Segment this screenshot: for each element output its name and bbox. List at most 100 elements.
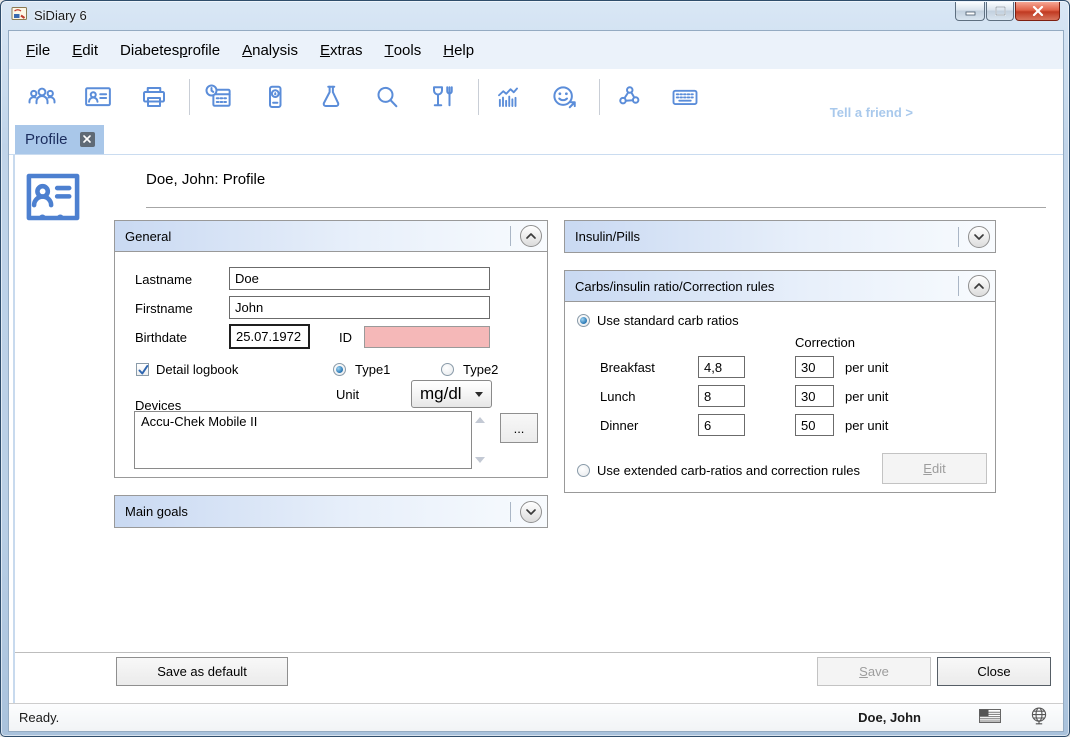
- extended-ratios-label: Use extended carb-ratios and correction …: [597, 463, 860, 478]
- tab-profile[interactable]: Profile: [15, 124, 104, 154]
- extended-ratios-radio[interactable]: [577, 464, 590, 477]
- titlebar[interactable]: SiDiary 6: [1, 1, 1069, 30]
- toolbar-separator: [189, 79, 190, 115]
- panel-carbs-header: Carbs/insulin ratio/Correction rules: [565, 271, 995, 302]
- close-button[interactable]: Close: [937, 657, 1051, 686]
- panel-carbs: Carbs/insulin ratio/Correction rules Use…: [564, 270, 996, 493]
- lastname-label: Lastname: [135, 272, 192, 287]
- devices-more-button[interactable]: ...: [500, 413, 538, 443]
- window-controls: [954, 2, 1060, 21]
- status-bar: Ready. Doe, John: [9, 703, 1063, 731]
- lunch-correction-input[interactable]: [795, 385, 834, 407]
- panel-main-goals: Main goals: [114, 495, 548, 528]
- id-label: ID: [339, 330, 352, 345]
- save-as-default-button[interactable]: Save as default: [116, 657, 288, 686]
- window-title: SiDiary 6: [34, 8, 87, 23]
- breakfast-correction-input[interactable]: [795, 356, 834, 378]
- menubar: File Edit Diabetesprofile Analysis Extra…: [9, 31, 1063, 69]
- maximize-button[interactable]: [986, 2, 1014, 21]
- panel-general-header: General: [115, 221, 547, 252]
- close-window-button[interactable]: [1015, 2, 1060, 21]
- lab-flask-icon[interactable]: [314, 80, 348, 114]
- menu-file[interactable]: File: [15, 31, 61, 69]
- profile-page-icon: [26, 173, 80, 226]
- menu-analysis[interactable]: Analysis: [231, 31, 309, 69]
- expand-main-goals-button[interactable]: [520, 501, 542, 523]
- firstname-input[interactable]: [229, 296, 490, 319]
- dropdown-arrow-icon: [475, 392, 483, 397]
- breakfast-label: Breakfast: [600, 360, 655, 375]
- tell-a-friend-link[interactable]: Tell a friend >: [830, 105, 913, 120]
- devices-listbox[interactable]: Accu-Chek Mobile II: [134, 411, 472, 469]
- save-button: Save: [817, 657, 931, 686]
- panel-insulin-pills: Insulin/Pills: [564, 220, 996, 253]
- heading-divider: [146, 207, 1046, 208]
- menu-extras[interactable]: Extras: [309, 31, 374, 69]
- trend-smiley-icon[interactable]: [547, 80, 581, 114]
- collapse-carbs-button[interactable]: [968, 275, 990, 297]
- app-icon: [11, 6, 28, 26]
- printer-icon[interactable]: [137, 80, 171, 114]
- collapse-general-button[interactable]: [520, 225, 542, 247]
- left-rail-divider: [13, 155, 15, 703]
- patients-icon[interactable]: [25, 80, 59, 114]
- standard-ratios-radio[interactable]: [577, 314, 590, 327]
- menu-tools[interactable]: Tools: [374, 31, 433, 69]
- profile-page: Doe, John: Profile General Lastname Firs…: [9, 155, 1063, 703]
- dinner-correction-input[interactable]: [795, 414, 834, 436]
- tab-label: Profile: [25, 131, 68, 148]
- header-divider: [958, 227, 959, 247]
- client-area: File Edit Diabetesprofile Analysis Extra…: [8, 30, 1064, 732]
- meter-device-icon[interactable]: [258, 80, 292, 114]
- lunch-label: Lunch: [600, 389, 635, 404]
- panel-general: General Lastname Firstname Birthdate ID: [114, 220, 548, 478]
- unit-label: Unit: [336, 387, 359, 402]
- toolbar-separator: [478, 79, 479, 115]
- dinner-ratio-input[interactable]: [698, 414, 745, 436]
- toolbar: Tell a friend >: [9, 69, 1063, 125]
- type1-label: Type1: [355, 362, 390, 377]
- type2-radio[interactable]: [441, 363, 454, 376]
- page-title: Doe, John: Profile: [146, 171, 265, 188]
- menu-diabetesprofile[interactable]: Diabetesprofile: [109, 31, 231, 69]
- unit-value: mg/dl: [420, 384, 462, 404]
- id-input[interactable]: [364, 326, 490, 348]
- birthdate-label: Birthdate: [135, 330, 187, 345]
- unit-dropdown[interactable]: mg/dl: [411, 380, 492, 408]
- menu-edit[interactable]: Edit: [61, 31, 109, 69]
- breakfast-ratio-input[interactable]: [698, 356, 745, 378]
- birthdate-input[interactable]: [229, 324, 310, 349]
- tab-strip: Profile: [9, 125, 1063, 155]
- lastname-input[interactable]: [229, 267, 490, 290]
- lunch-ratio-input[interactable]: [698, 385, 745, 407]
- menu-help[interactable]: Help: [432, 31, 485, 69]
- scroll-up-icon[interactable]: [475, 417, 485, 423]
- firstname-label: Firstname: [135, 301, 193, 316]
- current-user-label: Doe, John: [858, 710, 921, 725]
- keyboard-icon[interactable]: [668, 80, 702, 114]
- tab-close-icon[interactable]: [80, 132, 95, 147]
- panel-title: Insulin/Pills: [575, 229, 640, 244]
- profile-card-icon[interactable]: [81, 80, 115, 114]
- language-flag-icon[interactable]: [979, 709, 1001, 726]
- globe-icon[interactable]: [1029, 706, 1049, 729]
- search-icon[interactable]: [370, 80, 404, 114]
- share-icon[interactable]: [612, 80, 646, 114]
- panel-insulin-pills-header: Insulin/Pills: [565, 221, 995, 252]
- minimize-button[interactable]: [955, 2, 985, 21]
- expand-insulin-pills-button[interactable]: [968, 226, 990, 248]
- nutrition-icon[interactable]: [426, 80, 460, 114]
- correction-header: Correction: [795, 335, 855, 350]
- dinner-per-unit-label: per unit: [845, 418, 888, 433]
- device-list-item[interactable]: Accu-Chek Mobile II: [141, 414, 465, 429]
- app-window: SiDiary 6 File Edit Diabetesprofile Anal…: [0, 0, 1070, 737]
- header-divider: [958, 276, 959, 296]
- logbook-calendar-icon[interactable]: [202, 80, 236, 114]
- breakfast-per-unit-label: per unit: [845, 360, 888, 375]
- footer-divider: [15, 652, 1050, 653]
- statistics-icon[interactable]: [491, 80, 525, 114]
- header-divider: [510, 226, 511, 246]
- detail-logbook-checkbox[interactable]: [136, 363, 149, 376]
- scroll-down-icon[interactable]: [475, 457, 485, 463]
- type1-radio[interactable]: [333, 363, 346, 376]
